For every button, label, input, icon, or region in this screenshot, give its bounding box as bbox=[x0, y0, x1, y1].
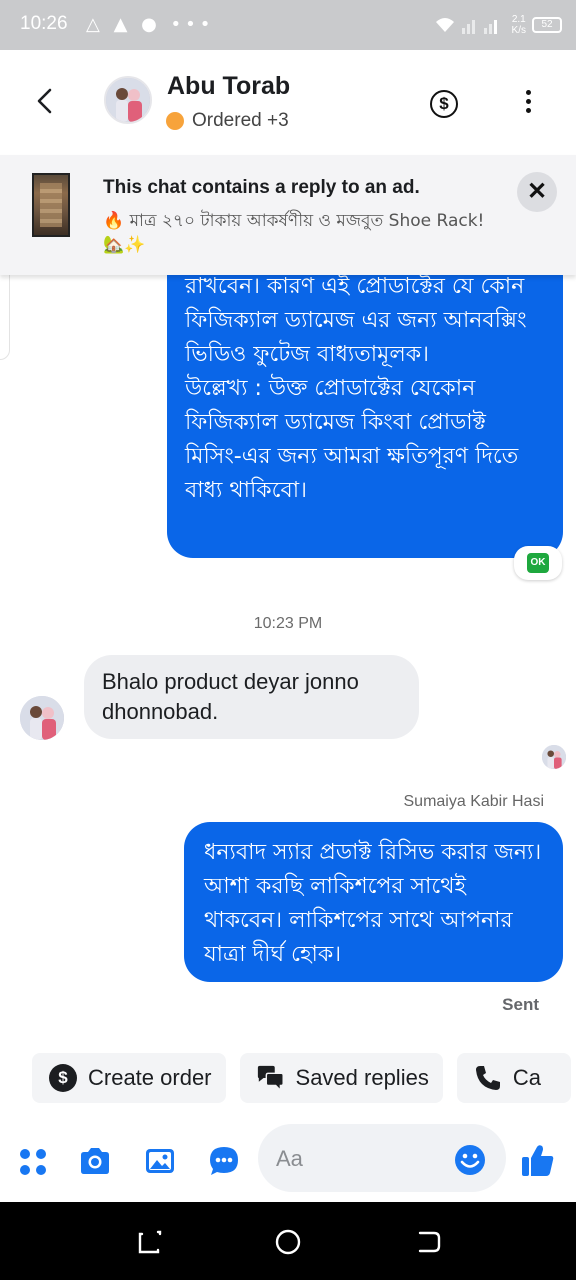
ok-reaction[interactable]: OK bbox=[514, 546, 562, 580]
status-right: 2.1 K/s 52 bbox=[434, 10, 562, 40]
message-input[interactable]: Aa bbox=[258, 1124, 506, 1192]
dollar-icon: $ bbox=[48, 1063, 78, 1093]
message-input-placeholder: Aa bbox=[276, 1146, 303, 1171]
notification-icons: △ ▲ ● ••• bbox=[86, 14, 215, 35]
message-text: Bhalo product deyar jonno dhonnobad. bbox=[102, 669, 359, 724]
message-text: ধন্যবাদ স্যার প্রডাক্ট রিসিভ করার জন্য। … bbox=[204, 840, 542, 967]
more-options-icon[interactable] bbox=[519, 90, 537, 116]
create-order-button[interactable]: $ Create order bbox=[32, 1053, 226, 1103]
saved-replies-label: Saved replies bbox=[295, 1065, 429, 1090]
call-label: Ca bbox=[512, 1065, 541, 1090]
close-icon[interactable]: ✕ bbox=[517, 172, 557, 212]
order-status[interactable]: Ordered +3 bbox=[166, 110, 289, 132]
back-nav-icon[interactable] bbox=[414, 1228, 442, 1256]
time-separator: 10:23 PM bbox=[253, 615, 323, 632]
contact-name[interactable]: Abu Torab bbox=[167, 72, 290, 101]
gallery-icon[interactable] bbox=[143, 1144, 177, 1178]
status-time: 10:26 bbox=[20, 13, 68, 34]
quick-actions-row: $ Create order Saved replies Ca bbox=[32, 1053, 571, 1103]
order-status-label: Ordered +3 bbox=[192, 110, 289, 131]
speed-value: 2.1 bbox=[511, 14, 526, 25]
read-receipt-avatar bbox=[542, 745, 566, 769]
ad-reply-banner[interactable]: This chat contains a reply to an ad. 🔥 ম… bbox=[0, 155, 576, 275]
camera-icon[interactable] bbox=[78, 1144, 112, 1178]
status-bar: 10:26 △ ▲ ● ••• 2.1 K/s 52 bbox=[0, 0, 576, 50]
phone-icon bbox=[473, 1063, 503, 1093]
ad-banner-description: 🔥 মাত্র ২৭০ টাকায় আকর্ষণীয় ও মজবুত Sho… bbox=[103, 211, 485, 255]
apps-grid-icon[interactable] bbox=[16, 1144, 50, 1178]
conversation-header: Abu Torab Ordered +3 $ bbox=[0, 50, 576, 155]
message-outgoing[interactable]: ধন্যবাদ স্যার প্রডাক্ট রিসিভ করার জন্য। … bbox=[184, 822, 563, 982]
recent-apps-icon[interactable] bbox=[136, 1228, 164, 1256]
payment-dollar-icon[interactable]: $ bbox=[430, 90, 458, 118]
message-outgoing[interactable]: রাখবেন। কারণ এই প্রোডাক্টের যে কোন ফিজিক… bbox=[167, 248, 563, 558]
home-icon[interactable] bbox=[274, 1228, 302, 1256]
create-order-label: Create order bbox=[88, 1065, 212, 1090]
contact-avatar[interactable] bbox=[104, 76, 152, 124]
network-speed: 2.1 K/s bbox=[512, 14, 526, 36]
chat-bubble-icon[interactable] bbox=[207, 1144, 241, 1178]
sent-status: Sent bbox=[502, 995, 539, 1014]
status-dot-icon bbox=[166, 112, 184, 130]
call-button[interactable]: Ca bbox=[456, 1053, 571, 1103]
system-nav-bar bbox=[0, 1202, 576, 1280]
back-arrow-icon[interactable] bbox=[30, 86, 60, 116]
speed-unit: K/s bbox=[511, 25, 526, 36]
sender-name: Sumaiya Kabir Hasi bbox=[403, 793, 545, 810]
message-text: রাখবেন। কারণ এই প্রোডাক্টের যে কোন ফিজিক… bbox=[185, 274, 527, 503]
emoji-icon[interactable] bbox=[454, 1144, 486, 1176]
message-incoming[interactable]: Bhalo product deyar jonno dhonnobad. bbox=[84, 655, 419, 739]
thumbs-up-icon[interactable] bbox=[520, 1142, 556, 1178]
ad-banner-title: This chat contains a reply to an ad. bbox=[103, 177, 420, 198]
ok-reaction-icon: OK bbox=[527, 553, 549, 573]
signal-icon bbox=[461, 20, 497, 34]
wifi-icon bbox=[435, 18, 454, 32]
message-composer: Aa bbox=[0, 1120, 576, 1202]
battery-icon: 52 bbox=[532, 17, 562, 33]
sender-avatar[interactable] bbox=[20, 696, 64, 740]
saved-replies-icon bbox=[256, 1063, 286, 1093]
ad-thumbnail[interactable] bbox=[32, 173, 70, 237]
saved-replies-button[interactable]: Saved replies bbox=[239, 1053, 443, 1103]
